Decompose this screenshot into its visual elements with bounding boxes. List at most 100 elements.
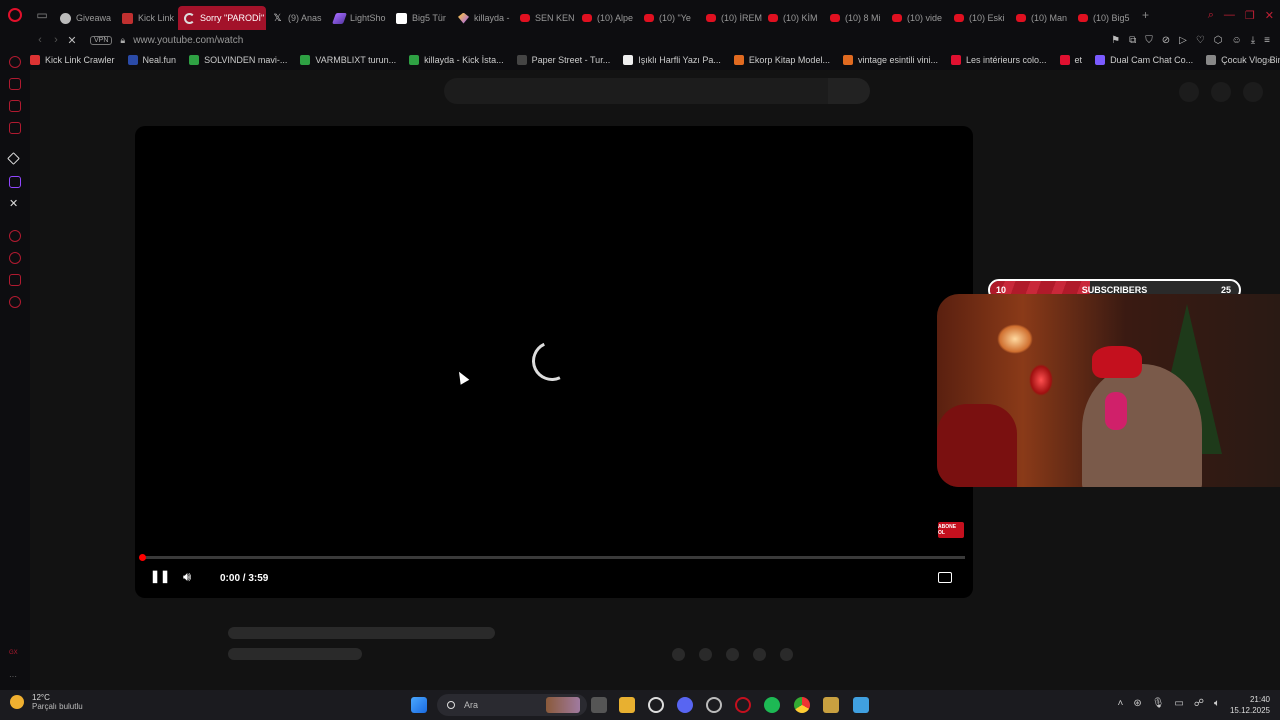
network-icon[interactable]: ☍	[1194, 698, 1204, 709]
history-icon[interactable]	[9, 252, 21, 264]
menu-icon[interactable]: ≡	[1264, 35, 1270, 46]
tab-label: (10) Eski	[969, 13, 1005, 23]
opera-logo-icon[interactable]	[0, 0, 30, 30]
search-button-skeleton[interactable]	[828, 78, 870, 104]
x-sidebar-icon[interactable]: ✕	[9, 198, 21, 210]
ad-block-icon[interactable]: ⊘	[1162, 35, 1170, 46]
league-icon[interactable]	[823, 697, 839, 713]
snapshot-icon[interactable]: ⧉	[1129, 35, 1136, 46]
settings-icon[interactable]	[9, 296, 21, 308]
task-view-icon[interactable]	[591, 697, 607, 713]
scrubber-handle[interactable]	[139, 554, 146, 561]
steam-icon[interactable]	[648, 697, 664, 713]
kick-sidebar-icon[interactable]	[7, 152, 20, 165]
discord-icon[interactable]	[677, 697, 693, 713]
maximize-icon[interactable]: ❐	[1245, 9, 1255, 22]
subtitles-icon[interactable]	[938, 572, 952, 583]
player-sidebar-icon[interactable]	[9, 230, 21, 242]
tab-island-icon[interactable]: ▭	[30, 0, 54, 30]
bookmark-item[interactable]: Kick Link Crawler	[30, 55, 115, 65]
twitch-icon[interactable]	[9, 176, 21, 188]
gx-logo-icon[interactable]: GX	[9, 650, 21, 662]
aria-icon[interactable]	[9, 56, 21, 68]
back-icon[interactable]: ‹	[32, 34, 48, 46]
file-explorer-icon[interactable]	[619, 697, 635, 713]
bookmarks-more-icon[interactable]: »	[1267, 55, 1272, 65]
url-field[interactable]: www.youtube.com/watch	[133, 35, 243, 46]
search-skeleton[interactable]	[444, 78, 828, 104]
tab[interactable]: SEN KEN	[514, 6, 576, 30]
pause-icon[interactable]: ❚❚	[150, 569, 170, 583]
shield-icon[interactable]: ⛉	[1145, 35, 1153, 46]
minimize-icon[interactable]: —	[1224, 9, 1235, 21]
windows-start-icon[interactable]	[411, 697, 427, 713]
bookmark-item[interactable]: Paper Street - Tur...	[516, 55, 610, 65]
subscribe-badge[interactable]: ABONE OL	[938, 522, 964, 538]
bookmark-icon[interactable]: ⚑	[1111, 35, 1120, 46]
tab[interactable]: Kick Link	[116, 6, 178, 30]
clock-date: 15.12.2025	[1229, 706, 1270, 715]
tab-label: (10) vide	[907, 13, 943, 23]
tab[interactable]: LightSho	[328, 6, 390, 30]
weather-widget[interactable]: 12°C Parçalı bulutlu	[10, 693, 83, 711]
tab[interactable]: (10) 8 Mi	[824, 6, 886, 30]
tab[interactable]: (10) Man	[1010, 6, 1072, 30]
address-actions: ⚑ ⧉ ⛉ ⊘ ▷ ♡ ⬡ ☺ ⤓ ≡	[1111, 30, 1270, 50]
profile-icon[interactable]: ☺	[1232, 35, 1242, 46]
bookmark-item[interactable]: Işıklı Harfli Yazı Pa...	[623, 55, 721, 65]
messenger-icon[interactable]	[9, 78, 21, 90]
spotify-icon[interactable]	[764, 697, 780, 713]
lock-icon[interactable]: 🔒︎	[120, 35, 125, 46]
bookmark-item[interactable]: vintage esintili vini...	[842, 55, 938, 65]
bookmark-item[interactable]: killayda - Kick İsta...	[409, 55, 504, 65]
microphone-icon[interactable]: 🎙︎	[1152, 698, 1165, 709]
heart-icon[interactable]: ♡	[1196, 35, 1205, 46]
tab[interactable]: (10) İREM	[700, 6, 762, 30]
tab[interactable]: killayda -	[452, 6, 514, 30]
tab-active[interactable]: Sorry "PARODİ" -	[178, 6, 266, 30]
close-icon[interactable]: ✕	[1265, 9, 1274, 22]
bookmark-item[interactable]: et	[1059, 55, 1082, 65]
chat-icon[interactable]	[9, 100, 21, 112]
search-tabs-icon[interactable]: ⌕	[1208, 9, 1214, 22]
bookmark-item[interactable]: Neal.fun	[127, 55, 176, 65]
chrome-icon[interactable]	[794, 697, 810, 713]
progress-bar[interactable]	[143, 556, 965, 559]
forward-icon[interactable]: ›	[48, 34, 64, 46]
tab[interactable]: (10) vide	[886, 6, 948, 30]
vpn-badge[interactable]: VPN	[90, 35, 113, 45]
tray-chevron-icon[interactable]: ˄	[1117, 698, 1123, 709]
tab[interactable]: (10) KİM	[762, 6, 824, 30]
new-tab-icon[interactable]: +	[1142, 8, 1149, 22]
tab-label: (10) Alpe	[597, 13, 634, 23]
tab[interactable]: (10) Big5	[1072, 6, 1134, 30]
more-icon[interactable]: ···	[9, 672, 21, 684]
notepad-icon[interactable]	[853, 697, 869, 713]
bookmark-item[interactable]: VARMBLIXT turun...	[300, 55, 396, 65]
music-icon[interactable]	[9, 122, 21, 134]
tab[interactable]: (10) Eski	[948, 6, 1010, 30]
volume-icon[interactable]: 🔊︎	[183, 569, 191, 585]
opera-gx-taskbar-icon[interactable]	[735, 697, 751, 713]
download-icon[interactable]: ⤓	[1251, 35, 1255, 46]
tab[interactable]: Giveawa	[54, 6, 116, 30]
video-player[interactable]: ❚❚ 🔊︎ 0:00 / 3:59 ABONE OL	[135, 126, 973, 598]
clock[interactable]: 21:40 15.12.2025	[1230, 694, 1270, 716]
tab-label: killayda -	[474, 13, 510, 23]
tab[interactable]: Big5 Tür	[390, 6, 452, 30]
speaker-icon[interactable]: 🔈︎	[1214, 698, 1220, 709]
tray-app-icon[interactable]: ⊛	[1133, 698, 1141, 709]
stop-loading-icon[interactable]: ✕	[64, 34, 80, 47]
bookmark-item[interactable]: Les intérieurs colo...	[951, 55, 1047, 65]
app-icon[interactable]	[706, 697, 722, 713]
bookmark-item[interactable]: Ekorp Kitap Model...	[733, 55, 830, 65]
bookmarks-sidebar-icon[interactable]	[9, 274, 21, 286]
display-icon[interactable]: ▭	[1174, 698, 1183, 709]
bookmark-item[interactable]: Dual Cam Chat Co...	[1095, 55, 1193, 65]
tab[interactable]: (10) "Ye	[638, 6, 700, 30]
bookmark-item[interactable]: SOLVINDEN mavi-...	[189, 55, 287, 65]
tab[interactable]: (10) Alpe	[576, 6, 638, 30]
extensions-icon[interactable]: ⬡	[1214, 35, 1223, 46]
tab[interactable]: 𝕏 (9) Anas	[266, 6, 328, 30]
player-icon[interactable]: ▷	[1179, 35, 1187, 46]
